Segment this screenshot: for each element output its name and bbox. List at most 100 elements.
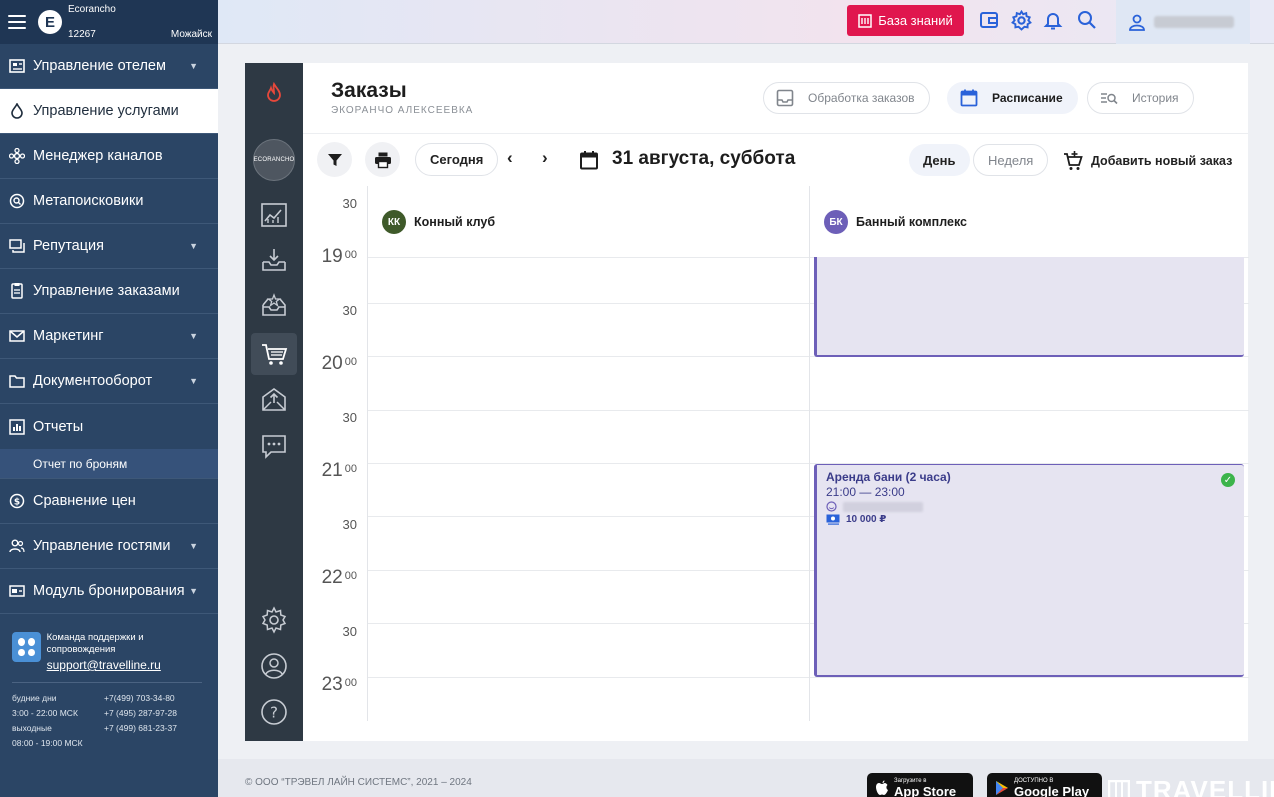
sidebar-nav: Управление отелем ▼ Управление услугами … [0, 44, 218, 614]
tab-label: Обработка заказов [808, 91, 915, 105]
time-label: 30 [342, 517, 357, 532]
support-email-link[interactable]: support@travelline.ru [47, 658, 202, 672]
flame-icon[interactable] [258, 77, 290, 109]
sidebar-item-documents[interactable]: Документооборот ▼ [0, 359, 218, 404]
brand-name: TRAVELLINE [1136, 775, 1274, 797]
sidebar-subitem-booking-report[interactable]: Отчет по броням [0, 449, 218, 479]
filter-button[interactable] [317, 142, 352, 177]
day-view-button[interactable]: День [909, 144, 970, 176]
sidebar: E Ecorancho 12267 Можайск Управление оте… [0, 0, 218, 797]
current-date: 31 августа, суббота [612, 148, 796, 169]
event-title: Аренда бани (2 часа) [826, 470, 951, 484]
svg-text:?: ? [270, 704, 278, 722]
cart-icon[interactable] [258, 338, 290, 370]
sidebar-item-label: Управление заказами [33, 283, 180, 299]
sidebar-item-orders[interactable]: Управление заказами [0, 269, 218, 314]
sidebar-item-hotel[interactable]: Управление отелем ▼ [0, 44, 218, 89]
resource-header-bath-complex[interactable]: БК Банный комплекс [824, 210, 967, 234]
search-icon[interactable] [1076, 9, 1098, 31]
user-menu[interactable] [1116, 0, 1250, 44]
calendar-icon[interactable] [579, 150, 599, 170]
time-label: 30 [342, 196, 357, 211]
sidebar-item-reputation[interactable]: Репутация ▼ [0, 224, 218, 269]
week-view-button[interactable]: Неделя [973, 144, 1049, 176]
schedule-grid: 30 19 00 30 20 00 30 21 00 30 22 00 30 23 00 … [303, 186, 1249, 741]
help-icon[interactable]: ? [258, 696, 290, 728]
services-icon [8, 103, 25, 120]
mail-upload-icon[interactable] [258, 383, 290, 415]
marketing-icon [8, 328, 25, 345]
bell-icon[interactable] [1042, 9, 1064, 31]
add-order-button[interactable]: Добавить новый заказ [1063, 151, 1232, 171]
footer: © ООО “ТРЭВЕЛ ЛАЙН СИСТЕМС”, 2021 – 2024… [218, 759, 1274, 797]
sidebar-item-booking-module[interactable]: Модуль бронирования ▼ [0, 569, 218, 614]
menu-icon[interactable] [8, 15, 26, 29]
prev-day-button[interactable]: ‹ [507, 148, 513, 168]
guests-icon [8, 538, 25, 555]
hotel-avatar[interactable]: ECORANCHO [253, 139, 295, 181]
chevron-down-icon: ▼ [189, 241, 198, 251]
user-name-blurred [1154, 16, 1234, 28]
orders-icon [8, 283, 25, 300]
cart-plus-icon [1064, 151, 1083, 170]
tab-schedule[interactable]: Расписание [947, 82, 1078, 114]
time-column: 30 19 00 30 20 00 30 21 00 30 22 00 30 23 00 [303, 186, 367, 721]
sidebar-item-label: Управление отелем [33, 58, 166, 74]
time-label: 23 00 [321, 674, 357, 695]
analytics-icon[interactable] [258, 199, 290, 231]
svg-text:$: $ [13, 498, 19, 508]
sidebar-item-label: Управление гостями [33, 538, 171, 554]
time-label: 30 [342, 303, 357, 318]
orders-panel: ECORANCHO ? Заказы ЭКОРАНЧО АЛЕКСЕЕВКА О… [245, 63, 1249, 741]
gear-icon[interactable] [1010, 9, 1032, 31]
sidebar-item-channels[interactable]: Менеджер каналов [0, 134, 218, 179]
order-event[interactable] [814, 257, 1244, 357]
sidebar-item-services[interactable]: Управление услугами [0, 89, 218, 134]
profile-icon[interactable] [258, 650, 290, 682]
side-rail: ECORANCHO ? [245, 63, 303, 741]
tab-order-processing[interactable]: Обработка заказов [763, 82, 930, 114]
sidebar-header: E Ecorancho 12267 Можайск [0, 0, 218, 44]
resource-header-horse-club[interactable]: КК Конный клуб [382, 210, 495, 234]
wallet-icon[interactable] [978, 9, 1000, 31]
chat-icon[interactable] [258, 430, 290, 462]
travelline-mark-icon [1108, 779, 1130, 797]
inbox-download-icon[interactable] [258, 244, 290, 276]
knowledge-base-label: База знаний [878, 13, 953, 28]
tab-history[interactable]: История [1087, 82, 1194, 114]
sidebar-item-price-compare[interactable]: $ Сравнение цен [0, 479, 218, 524]
guest-name-blurred [843, 501, 923, 512]
app-store-badge[interactable]: Загрузите в App Store [867, 773, 973, 797]
schedule-toolbar: Сегодня ‹ › 31 августа, суббота День Нед… [303, 134, 1248, 186]
sidebar-item-label: Отчеты [33, 418, 84, 435]
inbox-star-icon[interactable] [258, 289, 290, 321]
google-play-big: Google Play [1014, 783, 1090, 797]
order-event[interactable]: Аренда бани (2 часа) 21:00 — 23:00 10 00… [814, 464, 1244, 677]
printer-icon [374, 152, 391, 168]
book-icon [858, 13, 872, 28]
print-button[interactable] [365, 142, 400, 177]
sidebar-item-label: Метапоисковики [33, 193, 144, 209]
next-day-button[interactable]: › [542, 148, 548, 168]
sidebar-item-meta[interactable]: Метапоисковики [0, 179, 218, 224]
sidebar-item-guests[interactable]: Управление гостями ▼ [0, 524, 218, 569]
support-phone[interactable]: +7 (495) 287-97-28 [104, 706, 202, 721]
support-phone[interactable]: +7 (499) 681-23-37 [104, 721, 202, 736]
today-button[interactable]: Сегодня [415, 143, 499, 176]
sidebar-item-marketing[interactable]: Маркетинг ▼ [0, 314, 218, 359]
weekdays-hours: 3:00 - 22:00 МСК [12, 708, 78, 718]
event-price: 10 000 ₽ [826, 514, 1235, 525]
resource-name: Конный клуб [414, 215, 496, 229]
time-label: 22 00 [321, 567, 357, 588]
app-store-big: App Store [894, 783, 957, 797]
smiley-icon [826, 501, 837, 512]
sidebar-item-reports[interactable]: Отчеты [0, 404, 218, 449]
support-phone[interactable]: +7(499) 703-34-80 [104, 691, 202, 706]
chevron-down-icon: ▼ [189, 61, 198, 71]
hotel-name: Ecorancho [68, 4, 116, 15]
time-label: 21 00 [321, 460, 357, 481]
settings-icon[interactable] [258, 604, 290, 636]
google-play-badge[interactable]: ДОСТУПНО В Google Play [987, 773, 1102, 797]
knowledge-base-button[interactable]: База знаний [847, 5, 964, 36]
resource-name: Банный комплекс [856, 215, 967, 229]
